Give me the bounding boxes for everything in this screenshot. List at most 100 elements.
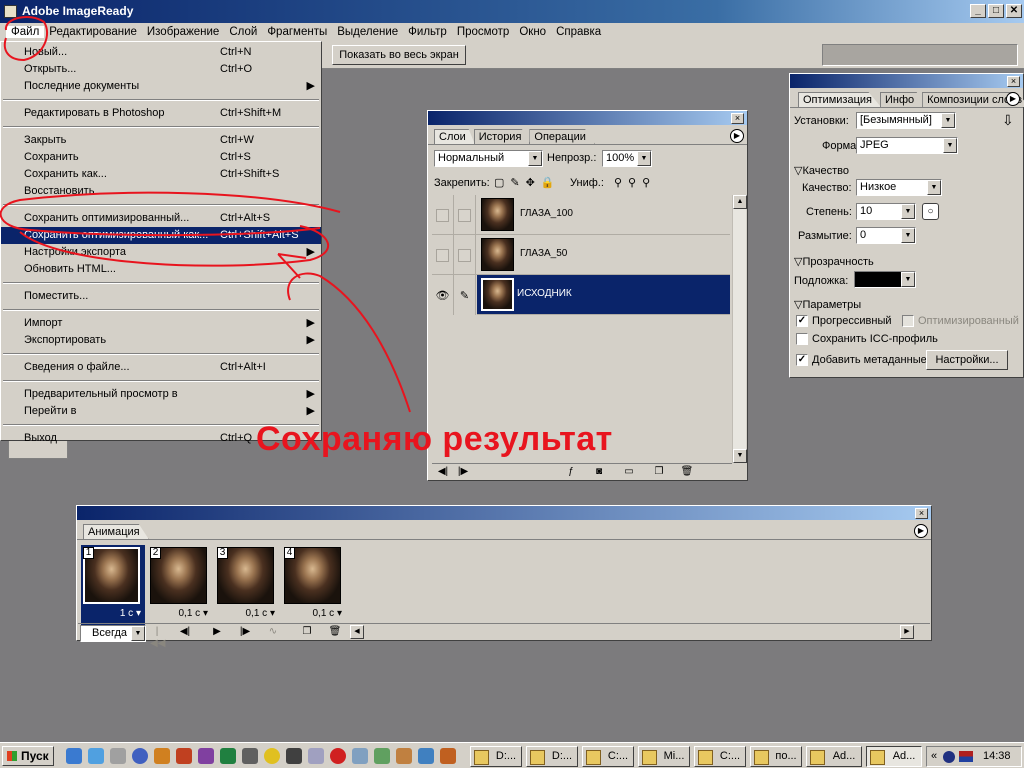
progressive-checkbox[interactable]: ✓ <box>796 315 808 327</box>
next-icon[interactable]: |▶ <box>456 466 470 478</box>
menu-item-open[interactable]: Открыть... Ctrl+O <box>1 61 321 78</box>
menu-image[interactable]: Изображение <box>142 26 224 38</box>
icc-checkbox[interactable] <box>796 333 808 345</box>
tray-expand-icon[interactable]: « <box>931 747 937 766</box>
menu-file[interactable]: Файл <box>6 26 45 38</box>
visibility-toggle[interactable] <box>432 195 454 235</box>
visibility-toggle[interactable] <box>432 235 454 275</box>
effects-icon[interactable]: ƒ <box>564 466 578 478</box>
menu-item-export-settings[interactable]: Настройки экспорта ▶ <box>1 244 321 261</box>
menu-window[interactable]: Окно <box>514 26 551 38</box>
optimized-checkbox[interactable] <box>902 315 914 327</box>
channel-mask-icon[interactable]: ○ <box>922 203 939 220</box>
animation-panel-titlebar[interactable] <box>77 506 931 520</box>
layer-row[interactable]: ГЛАЗА_100 <box>432 195 730 235</box>
layers-panel-close-icon[interactable]: × <box>731 113 744 124</box>
tab-layers[interactable]: Слои <box>434 129 475 144</box>
language-flag-icon[interactable] <box>959 751 973 762</box>
scroll-up-icon[interactable]: ▲ <box>733 195 747 209</box>
menu-item-save-as[interactable]: Сохранить как... Ctrl+Shift+S <box>1 166 321 183</box>
menu-item-recent[interactable]: Последние документы ▶ <box>1 78 321 95</box>
lock-icons[interactable]: ▢✎✥🔒 <box>494 176 561 189</box>
taskbar-item[interactable]: D:... <box>526 746 578 767</box>
network-icon[interactable] <box>352 748 368 764</box>
metadata-checkbox[interactable]: ✓ <box>796 354 808 366</box>
media-icon[interactable] <box>110 748 126 764</box>
quality-select[interactable]: Низкое ▼ <box>856 179 942 196</box>
first-frame-icon[interactable]: |◀◀ <box>150 626 165 649</box>
menu-item-export[interactable]: Экспортировать ▶ <box>1 332 321 349</box>
ie-icon[interactable] <box>66 748 82 764</box>
menu-filter[interactable]: Фильтр <box>403 26 452 38</box>
animation-panel-close-icon[interactable]: × <box>915 508 928 519</box>
taskbar-item[interactable]: D:... <box>470 746 522 767</box>
clock[interactable]: 14:38 <box>983 747 1011 766</box>
taskbar-item[interactable]: C:... <box>694 746 746 767</box>
browser-icon[interactable] <box>88 748 104 764</box>
menu-item-jump-to[interactable]: Перейти в ▶ <box>1 403 321 420</box>
taskbar-item-active[interactable]: Ad... <box>866 746 922 767</box>
imageready-icon[interactable] <box>418 748 434 764</box>
transparency-section[interactable]: ▽Прозрачность <box>794 255 874 268</box>
animation-frame[interactable]: 2 0,1 с ▾ <box>148 545 212 625</box>
chat-icon[interactable] <box>264 748 280 764</box>
loop-select[interactable]: Всегда ▼ <box>80 625 146 642</box>
menu-item-file-info[interactable]: Сведения о файле... Ctrl+Alt+I <box>1 359 321 376</box>
menu-item-close[interactable]: Закрыть Ctrl+W <box>1 132 321 149</box>
menu-edit[interactable]: Редактирование <box>44 26 142 38</box>
panel-menu-icon[interactable]: ▶ <box>914 524 928 538</box>
brush-icon[interactable] <box>396 748 412 764</box>
menu-item-new[interactable]: Новый... Ctrl+N <box>1 44 321 61</box>
link-toggle[interactable] <box>454 195 476 235</box>
layers-panel-titlebar[interactable] <box>428 111 747 125</box>
opera-icon[interactable] <box>330 748 346 764</box>
format-select[interactable]: JPEG ▼ <box>856 137 958 154</box>
frame-delay[interactable]: 0,1 с ▾ <box>282 608 344 619</box>
panel-menu-icon[interactable]: ▶ <box>1006 92 1020 106</box>
mask-icon[interactable]: ◙ <box>592 466 606 478</box>
tab-animation[interactable]: Анимация <box>83 524 149 539</box>
eye-icon[interactable]: 👁 <box>432 275 454 315</box>
menu-select[interactable]: Выделение <box>332 26 403 38</box>
taskbar-item[interactable]: по... <box>750 746 802 767</box>
optimize-to-size-icon[interactable]: ⇩ <box>1002 112 1014 129</box>
maximize-button[interactable]: □ <box>988 4 1004 18</box>
animation-frame[interactable]: 4 0,1 с ▾ <box>282 545 346 625</box>
taskbar-item[interactable]: Mi... <box>638 746 690 767</box>
prev-icon[interactable]: ◀| <box>436 466 450 478</box>
photoshop-icon[interactable] <box>440 748 456 764</box>
taskbar-item[interactable]: Ad... <box>806 746 862 767</box>
player-icon[interactable] <box>132 748 148 764</box>
tab-actions[interactable]: Операции <box>529 129 595 144</box>
optimize-panel-titlebar[interactable] <box>790 74 1023 88</box>
optimize-panel-close-icon[interactable]: × <box>1007 76 1020 87</box>
preset-select[interactable]: [Безымянный] ▼ <box>856 112 956 129</box>
delete-frame-icon[interactable]: 🗑 <box>328 626 342 638</box>
fit-on-screen-button[interactable]: Показать во весь экран <box>332 45 466 65</box>
scroll-left-icon[interactable]: ◀ <box>350 625 364 639</box>
terminal-icon[interactable] <box>242 748 258 764</box>
layer-row[interactable]: ГЛАЗА_50 <box>432 235 730 275</box>
animation-frame[interactable]: 1 1 с ▾ <box>81 545 145 625</box>
tool-icon[interactable] <box>154 748 170 764</box>
camera-icon[interactable] <box>286 748 302 764</box>
tab-history[interactable]: История <box>473 129 531 144</box>
animation-frame[interactable]: 3 0,1 с ▾ <box>215 545 279 625</box>
frame-delay[interactable]: 0,1 с ▾ <box>215 608 277 619</box>
display-icon[interactable] <box>308 748 324 764</box>
tab-info[interactable]: Инфо <box>879 92 924 107</box>
blend-mode-select[interactable]: Нормальный ▼ <box>434 150 543 167</box>
menu-item-import[interactable]: Импорт ▶ <box>1 315 321 332</box>
unify-icons[interactable]: ⚲⚲⚲ <box>614 176 656 189</box>
menu-view[interactable]: Просмотр <box>452 26 515 38</box>
tab-optimize[interactable]: Оптимизация <box>798 92 881 107</box>
panel-menu-icon[interactable]: ▶ <box>730 129 744 143</box>
menu-item-update-html[interactable]: Обновить HTML... <box>1 261 321 278</box>
play-icon[interactable]: ▶ <box>210 626 224 638</box>
menu-slices[interactable]: Фрагменты <box>262 26 332 38</box>
book-icon[interactable] <box>220 748 236 764</box>
layer-row-active[interactable]: ИСХОДНИК <box>477 275 730 315</box>
scroll-down-icon[interactable]: ▼ <box>733 449 747 463</box>
archive-icon[interactable] <box>198 748 214 764</box>
menu-item-edit-in-photoshop[interactable]: Редактировать в Photoshop Ctrl+Shift+M <box>1 105 321 122</box>
